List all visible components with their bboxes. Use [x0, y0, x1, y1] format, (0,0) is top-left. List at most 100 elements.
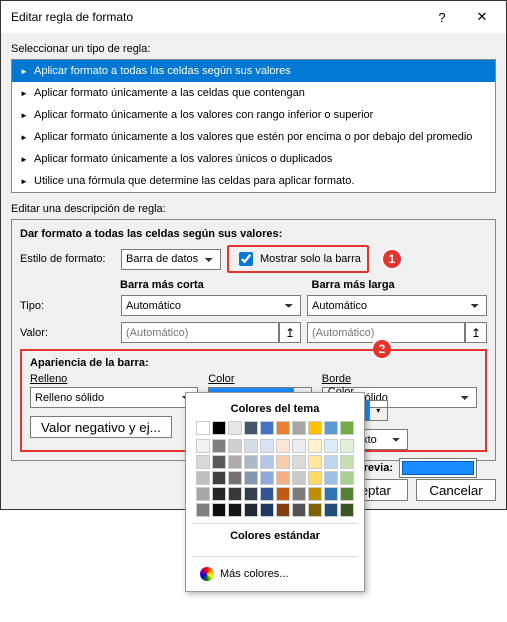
- color-swatch[interactable]: [228, 421, 242, 435]
- color-swatch[interactable]: [308, 421, 322, 435]
- color-swatch[interactable]: [292, 471, 306, 485]
- color-swatch[interactable]: [228, 439, 242, 453]
- color-swatch[interactable]: [324, 503, 338, 517]
- color-swatch[interactable]: [324, 421, 338, 435]
- color-swatch[interactable]: [228, 471, 242, 485]
- color-swatch[interactable]: [244, 503, 258, 517]
- color-swatch[interactable]: [260, 471, 274, 485]
- color-swatch[interactable]: [212, 503, 226, 517]
- style-select[interactable]: Barra de datos: [121, 249, 221, 270]
- color-swatch[interactable]: [276, 421, 290, 435]
- fill-color-label: Color: [208, 373, 312, 385]
- standard-colors-header: Colores estándar: [192, 530, 358, 542]
- color-swatch[interactable]: [340, 421, 354, 435]
- rule-item[interactable]: Aplicar formato únicamente a los valores…: [12, 104, 495, 126]
- ref-picker-icon[interactable]: ↥: [465, 322, 487, 343]
- show-bar-checkbox[interactable]: [239, 252, 253, 266]
- color-swatch[interactable]: [276, 487, 290, 501]
- color-swatch[interactable]: [228, 487, 242, 501]
- negative-button[interactable]: Valor negativo y ej...: [30, 416, 172, 438]
- fill-label: Relleno: [30, 373, 198, 385]
- type-short-select[interactable]: Automático: [121, 295, 301, 316]
- color-swatch[interactable]: [340, 455, 354, 469]
- color-swatch[interactable]: [324, 487, 338, 501]
- color-swatch[interactable]: [260, 503, 274, 517]
- color-swatch[interactable]: [324, 455, 338, 469]
- callout-1: 1: [381, 248, 403, 270]
- rule-item[interactable]: Aplicar formato a todas las celdas según…: [12, 60, 495, 82]
- color-swatch[interactable]: [324, 439, 338, 453]
- close-button[interactable]: ✕: [462, 9, 502, 25]
- appearance-title: Apariencia de la barra:: [30, 357, 477, 369]
- color-swatch[interactable]: [244, 421, 258, 435]
- color-swatch[interactable]: [340, 487, 354, 501]
- show-bar-wrap[interactable]: Mostrar solo la barra: [227, 245, 369, 273]
- color-swatch[interactable]: [212, 471, 226, 485]
- color-swatch[interactable]: [292, 503, 306, 517]
- color-swatch[interactable]: [340, 503, 354, 517]
- color-swatch[interactable]: [244, 455, 258, 469]
- color-swatch[interactable]: [292, 455, 306, 469]
- theme-color-row: [192, 421, 358, 435]
- rule-desc-label: Editar una descripción de regla:: [11, 203, 496, 215]
- color-swatch[interactable]: [276, 439, 290, 453]
- type-long-select[interactable]: Automático: [307, 295, 487, 316]
- color-swatch[interactable]: [260, 455, 274, 469]
- color-swatch[interactable]: [244, 487, 258, 501]
- color-swatch[interactable]: [196, 439, 210, 453]
- color-swatch[interactable]: [260, 439, 274, 453]
- help-button[interactable]: ?: [422, 10, 462, 25]
- rule-item[interactable]: Aplicar formato únicamente a los valores…: [12, 148, 495, 170]
- color-swatch[interactable]: [308, 439, 322, 453]
- color-swatch[interactable]: [276, 455, 290, 469]
- color-swatch[interactable]: [196, 503, 210, 517]
- fill-select[interactable]: Relleno sólido: [30, 387, 198, 408]
- titlebar: Editar regla de formato ? ✕: [1, 1, 506, 33]
- color-swatch[interactable]: [196, 455, 210, 469]
- color-swatch[interactable]: [244, 439, 258, 453]
- color-swatch[interactable]: [340, 471, 354, 485]
- color-swatch[interactable]: [292, 421, 306, 435]
- rule-item[interactable]: Utilice una fórmula que determine las ce…: [12, 170, 495, 192]
- color-swatch[interactable]: [324, 471, 338, 485]
- color-swatch[interactable]: [244, 471, 258, 485]
- ref-picker-icon[interactable]: ↥: [279, 322, 301, 343]
- color-swatch[interactable]: [196, 487, 210, 501]
- color-swatch[interactable]: [308, 455, 322, 469]
- color-swatch[interactable]: [212, 421, 226, 435]
- color-swatch[interactable]: [228, 455, 242, 469]
- color-swatch[interactable]: [196, 421, 210, 435]
- color-swatch[interactable]: [260, 421, 274, 435]
- color-swatch[interactable]: [196, 471, 210, 485]
- theme-shade-grid: [192, 439, 358, 517]
- short-bar-header: Barra más corta: [120, 279, 296, 291]
- rule-type-list[interactable]: Aplicar formato a todas las celdas según…: [11, 59, 496, 193]
- preview-box: [399, 458, 477, 478]
- color-swatch[interactable]: [340, 439, 354, 453]
- color-swatch[interactable]: [212, 439, 226, 453]
- theme-colors-header: Colores del tema: [192, 403, 358, 415]
- rule-item[interactable]: Aplicar formato únicamente a los valores…: [12, 126, 495, 148]
- long-bar-header: Barra más larga: [312, 279, 488, 291]
- more-colors-button[interactable]: Más colores...: [192, 563, 358, 585]
- style-label: Estilo de formato:: [20, 253, 115, 265]
- color-swatch[interactable]: [308, 471, 322, 485]
- color-picker-popup: Colores del tema Colores estándar Más co…: [185, 392, 365, 592]
- rule-item[interactable]: Aplicar formato únicamente a las celdas …: [12, 82, 495, 104]
- value-label: Valor:: [20, 327, 115, 339]
- value-short-input[interactable]: [121, 322, 279, 343]
- color-swatch[interactable]: [212, 455, 226, 469]
- color-swatch[interactable]: [292, 439, 306, 453]
- color-swatch[interactable]: [308, 503, 322, 517]
- color-swatch[interactable]: [308, 487, 322, 501]
- color-swatch[interactable]: [260, 487, 274, 501]
- color-swatch[interactable]: [212, 487, 226, 501]
- color-swatch[interactable]: [276, 471, 290, 485]
- color-swatch[interactable]: [228, 503, 242, 517]
- color-swatch[interactable]: [292, 487, 306, 501]
- color-swatch[interactable]: [276, 503, 290, 517]
- more-colors-label: Más colores...: [220, 568, 288, 580]
- color-wheel-icon: [200, 567, 214, 581]
- cancel-button[interactable]: Cancelar: [416, 479, 496, 501]
- rule-type-label: Seleccionar un tipo de regla:: [11, 43, 496, 55]
